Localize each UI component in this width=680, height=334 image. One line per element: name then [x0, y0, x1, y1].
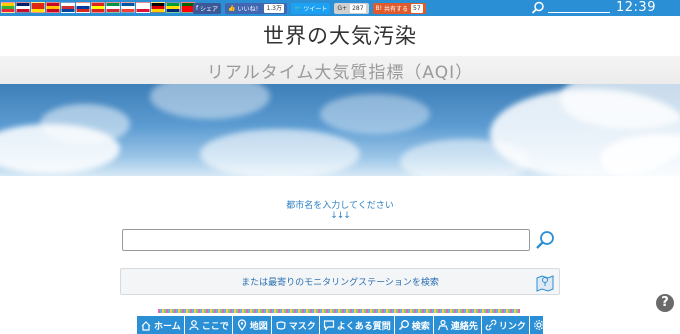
nav-item-pin[interactable]: 地図 — [233, 316, 272, 334]
nav-item-label: 検索 — [411, 321, 430, 332]
china-flag[interactable] — [31, 2, 45, 13]
gplus-button[interactable]: G+ 287 — [334, 2, 369, 14]
help-button[interactable]: ? — [656, 294, 674, 312]
search-icon — [398, 320, 409, 331]
gplus-count: 287 — [350, 3, 366, 13]
city-search-prompt: 都市名を入力してください — [286, 201, 394, 211]
nav-item-label: ホーム — [154, 321, 181, 332]
nav-item-label: 地図 — [249, 321, 268, 332]
hatena-share-button[interactable]: B! 共有する 57 — [372, 2, 426, 14]
italy-flag[interactable] — [106, 2, 120, 13]
nav-item-mask[interactable]: マスク — [272, 316, 320, 334]
tweet-button[interactable]: 🐦 ツイート — [291, 2, 331, 14]
like-button[interactable]: 👍 いいね！ 1.3万 — [225, 2, 287, 14]
contact-icon — [437, 319, 448, 331]
brazil-flag[interactable] — [166, 2, 180, 13]
map-icon — [536, 275, 554, 292]
nearest-station-button[interactable]: または最寄りのモニタリングステーションを検索 — [120, 268, 560, 295]
korea-flag[interactable] — [61, 2, 75, 13]
search-icon — [536, 231, 554, 249]
bottom-nav: ホーム ここで 地図 マスク よくある質問 検索 連絡先 リンク — [137, 316, 544, 334]
spain-flag[interactable] — [46, 2, 60, 13]
nav-item-gear[interactable] — [530, 316, 548, 334]
home-icon — [141, 321, 151, 331]
nav-item-label: よくある質問 — [336, 321, 391, 332]
nav-item-link[interactable]: リンク — [482, 316, 530, 334]
nav-item-label: リンク — [498, 321, 526, 332]
poland-flag[interactable] — [136, 2, 150, 13]
nav-item-home[interactable]: ホーム — [137, 316, 185, 334]
color-strip — [158, 309, 520, 313]
page-subtitle: リアルタイム大気質指標（AQI） — [206, 63, 474, 83]
nav-item-person[interactable]: ここで — [185, 316, 233, 334]
myanmar-flag[interactable] — [1, 2, 15, 13]
nearest-station-label: または最寄りのモニタリングステーションを検索 — [241, 278, 439, 288]
germany-flag[interactable] — [151, 2, 165, 13]
nav-item-label: マスク — [288, 321, 316, 332]
nav-item-contact[interactable]: 連絡先 — [434, 316, 482, 334]
vietnam-flag[interactable] — [91, 2, 105, 13]
language-flags — [1, 2, 195, 14]
link-icon — [485, 319, 497, 331]
city-search-button[interactable] — [532, 228, 558, 252]
mask-icon — [276, 321, 286, 330]
top-bar: f シェア 👍 いいね！ 1.3万 🐦 ツイート G+ 287 B! 共有する … — [0, 0, 680, 16]
top-search-field[interactable] — [548, 12, 610, 13]
hatena-count: 57 — [411, 3, 423, 13]
facebook-share-button[interactable]: f シェア — [193, 2, 222, 14]
gplus-label: G+ — [337, 4, 348, 12]
sky-banner — [0, 84, 680, 176]
tweet-label: ツイート — [303, 5, 328, 13]
gear-icon — [533, 320, 544, 330]
city-search-input[interactable] — [122, 229, 530, 251]
hatena-icon: B! — [375, 4, 384, 12]
page-title: 世界の大気汚染 — [263, 24, 417, 48]
clock: 12:39 — [616, 0, 656, 15]
france-flag[interactable] — [121, 2, 135, 13]
pin-icon — [237, 319, 246, 331]
russia-flag[interactable] — [76, 2, 90, 13]
down-arrows: ↓↓↓ — [330, 211, 351, 221]
like-label: いいね！ — [237, 5, 262, 13]
nav-item-label: ここで — [201, 321, 229, 332]
nav-item-label: 連絡先 — [450, 321, 478, 332]
chat-icon — [323, 320, 334, 331]
person-icon — [189, 320, 199, 331]
like-count: 1.3万 — [264, 3, 284, 13]
uk-flag[interactable] — [16, 2, 30, 13]
twitter-icon: 🐦 — [294, 4, 304, 12]
search-icon[interactable] — [531, 1, 545, 15]
thumbs-up-icon: 👍 — [228, 4, 238, 12]
social-buttons: f シェア 👍 いいね！ 1.3万 🐦 ツイート G+ 287 B! 共有する … — [193, 2, 426, 14]
hatena-label: 共有する — [383, 5, 408, 13]
nav-item-search[interactable]: 検索 — [395, 316, 434, 334]
facebook-share-label: シェア — [200, 5, 219, 13]
nav-item-chat[interactable]: よくある質問 — [320, 316, 395, 334]
header: 世界の大気汚染 リアルタイム大気質指標（AQI） — [0, 16, 680, 84]
